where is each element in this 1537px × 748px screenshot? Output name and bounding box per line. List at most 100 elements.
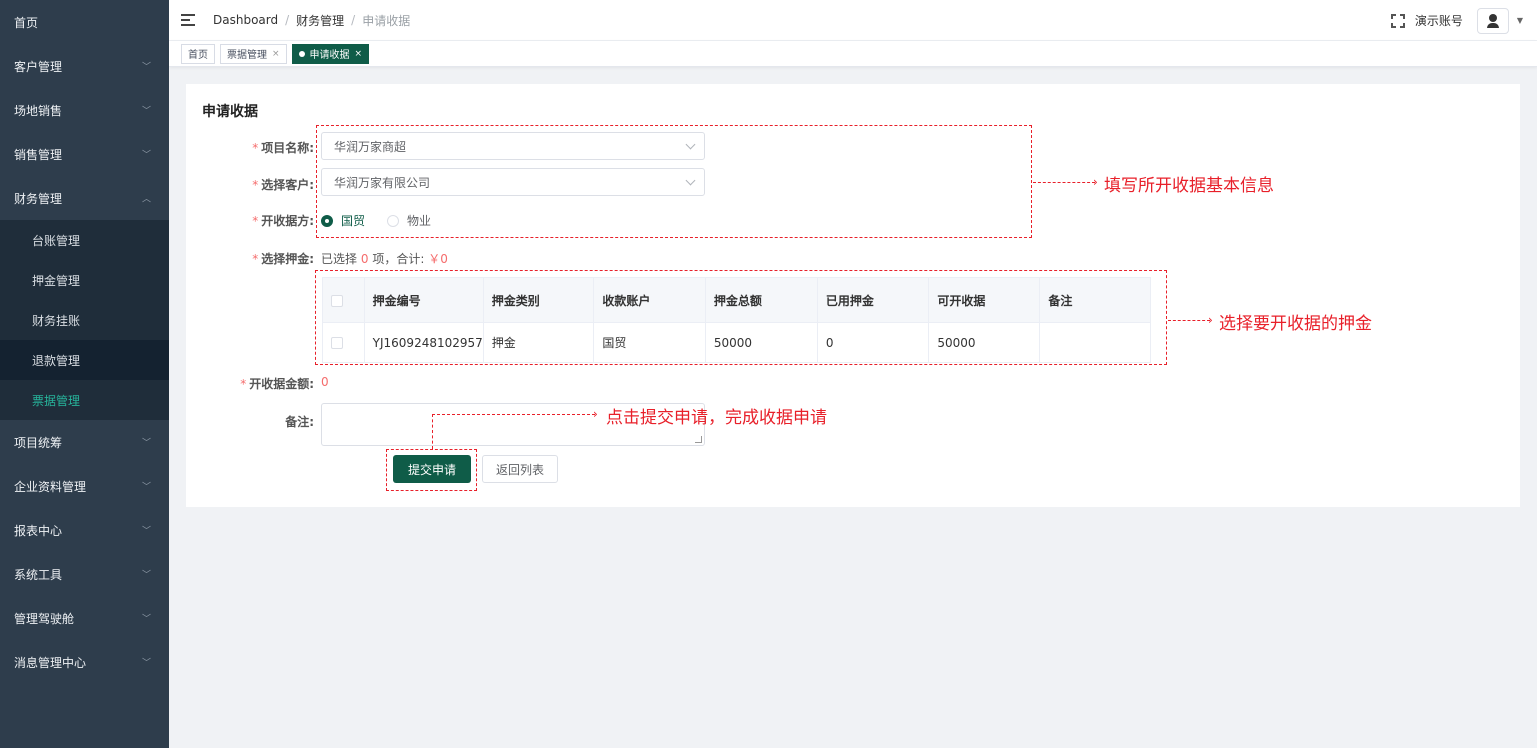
sidebar-item-tools[interactable]: 系统工具 ﹀ (0, 552, 169, 596)
sidebar-item-label: 企业资料管理 (14, 479, 87, 494)
sidebar-subitem-accounts[interactable]: 财务挂账 (0, 300, 169, 340)
sidebar-subitem-refund[interactable]: 退款管理 (0, 340, 169, 380)
fullscreen-icon[interactable] (1390, 13, 1405, 28)
required-mark: * (252, 252, 259, 266)
chevron-up-icon: ︿ (141, 194, 151, 205)
label-text: 项目名称: (261, 141, 314, 155)
chevron-down-icon: ﹀ (141, 614, 151, 625)
sidebar-item-venue-sales[interactable]: 场地销售 ﹀ (0, 88, 169, 132)
chevron-down-icon: ﹀ (141, 658, 151, 669)
sidebar-item-sales[interactable]: 销售管理 ﹀ (0, 132, 169, 176)
sidebar-item-label: 财务管理 (14, 191, 63, 206)
label-text: 开收据方: (261, 214, 314, 228)
tags-view: 首页 票据管理 × 申请收据 × (169, 41, 1537, 67)
top-header: Dashboard / 财务管理 / 申请收据 演示账号 ▼ (169, 0, 1537, 41)
tag-home[interactable]: 首页 (181, 43, 215, 64)
chevron-down-icon: ﹀ (141, 438, 151, 449)
remark-label: 备注: (226, 413, 314, 430)
sidebar-item-enterprise[interactable]: 企业资料管理 ﹀ (0, 464, 169, 508)
header-actions: 演示账号 ▼ (1390, 0, 1523, 41)
sidebar-subitem-ledger[interactable]: 台账管理 (0, 220, 169, 260)
deposit-summary: 已选择 0 项，合计: ￥0 (321, 250, 448, 267)
chevron-down-icon: ﹀ (141, 570, 151, 581)
deposit-count: 0 (360, 252, 369, 266)
sidebar-item-cockpit[interactable]: 管理驾驶舱 ﹀ (0, 596, 169, 640)
label-text: 备注: (285, 415, 314, 429)
user-icon (1486, 13, 1499, 28)
label-text: 选择押金: (261, 252, 314, 266)
annotation-leader-line (1168, 320, 1210, 321)
sidebar-subitem-receipt[interactable]: 票据管理 (0, 380, 169, 420)
chevron-down-icon: ﹀ (141, 62, 151, 73)
sidebar-item-label: 消息管理中心 (14, 655, 87, 670)
close-icon[interactable]: × (272, 49, 280, 59)
breadcrumb-separator: / (285, 13, 290, 27)
arrow-right-icon: › (1093, 175, 1098, 189)
sidebar: 首页 客户管理 ﹀ 场地销售 ﹀ 销售管理 ﹀ 财务管理 ︿ 台账管理 押金管理 财务挂… (0, 0, 169, 748)
sidebar-item-home[interactable]: 首页 (0, 0, 169, 44)
required-mark: * (252, 214, 259, 228)
amount-value: 0 (321, 375, 329, 389)
annotation-box-basic-info (316, 125, 1032, 238)
avatar[interactable] (1476, 7, 1509, 34)
annotation-leader-line (1033, 182, 1095, 183)
sidebar-item-reports[interactable]: 报表中心 ﹀ (0, 508, 169, 552)
caret-down-icon[interactable]: ▼ (1517, 16, 1523, 25)
sidebar-item-messages[interactable]: 消息管理中心 ﹀ (0, 640, 169, 684)
chevron-down-icon: ﹀ (141, 526, 151, 537)
tag-receipt-management[interactable]: 票据管理 × (220, 43, 287, 64)
sidebar-item-label: 项目统筹 (14, 435, 63, 450)
tag-apply-receipt[interactable]: 申请收据 × (291, 43, 370, 64)
chevron-down-icon: ﹀ (141, 106, 151, 117)
annotation-box-submit (386, 449, 477, 491)
required-mark: * (252, 178, 259, 192)
chevron-down-icon: ﹀ (141, 482, 151, 493)
close-icon[interactable]: × (355, 49, 363, 59)
sidebar-item-label: 退款管理 (32, 353, 81, 368)
deposit-total: ￥0 (428, 252, 448, 266)
breadcrumb-separator: / (351, 13, 356, 27)
breadcrumb: Dashboard / 财务管理 / 申请收据 (213, 12, 410, 29)
finance-submenu: 台账管理 押金管理 财务挂账 退款管理 票据管理 (0, 220, 169, 420)
tag-label: 申请收据 (309, 50, 350, 61)
sidebar-item-label: 押金管理 (32, 273, 81, 288)
amount-label: * 开收据金额: (216, 375, 314, 392)
sidebar-item-label: 系统工具 (14, 567, 63, 582)
breadcrumb-item[interactable]: Dashboard (213, 13, 278, 27)
sidebar-item-label: 台账管理 (32, 233, 81, 248)
menu-toggle-icon[interactable] (181, 14, 195, 26)
annotation-select-deposit: 选择要开收据的押金 (1219, 314, 1372, 334)
summary-text: 项，合计: (372, 252, 425, 266)
sidebar-item-label: 客户管理 (14, 59, 63, 74)
sidebar-item-label: 销售管理 (14, 147, 63, 162)
label-text: 开收据金额: (249, 377, 314, 391)
sidebar-item-label: 首页 (14, 15, 39, 30)
required-mark: * (240, 377, 247, 391)
back-to-list-button[interactable]: 返回列表 (482, 455, 558, 483)
sidebar-item-finance[interactable]: 财务管理 ︿ (0, 176, 169, 220)
deposit-label: * 选择押金: (226, 250, 314, 267)
annotation-box-deposit (315, 270, 1167, 365)
sidebar-item-customer[interactable]: 客户管理 ﹀ (0, 44, 169, 88)
breadcrumb-item[interactable]: 财务管理 (296, 12, 344, 29)
sidebar-subitem-deposit[interactable]: 押金管理 (0, 260, 169, 300)
sidebar-item-label: 场地销售 (14, 103, 63, 118)
resize-handle-icon[interactable] (695, 436, 702, 443)
active-dot-icon (298, 50, 305, 57)
tag-label: 首页 (188, 50, 208, 61)
chevron-down-icon: ﹀ (141, 150, 151, 161)
sidebar-item-label: 管理驾驶舱 (14, 611, 75, 626)
customer-label: * 选择客户: (226, 176, 314, 193)
sidebar-item-label: 报表中心 (14, 523, 63, 538)
summary-text: 已选择 (321, 252, 358, 266)
breadcrumb-current: 申请收据 (362, 13, 411, 28)
sidebar-item-label: 票据管理 (32, 393, 81, 408)
issuer-label: * 开收据方: (226, 212, 314, 229)
sidebar-item-label: 财务挂账 (32, 313, 81, 328)
page-title: 申请收据 (202, 104, 258, 120)
arrow-right-icon: › (1208, 313, 1213, 327)
required-mark: * (252, 141, 259, 155)
annotation-submit: 点击提交申请，完成收据申请 (606, 408, 827, 428)
sidebar-item-project[interactable]: 项目统筹 ﹀ (0, 420, 169, 464)
tag-label: 票据管理 (227, 50, 267, 61)
